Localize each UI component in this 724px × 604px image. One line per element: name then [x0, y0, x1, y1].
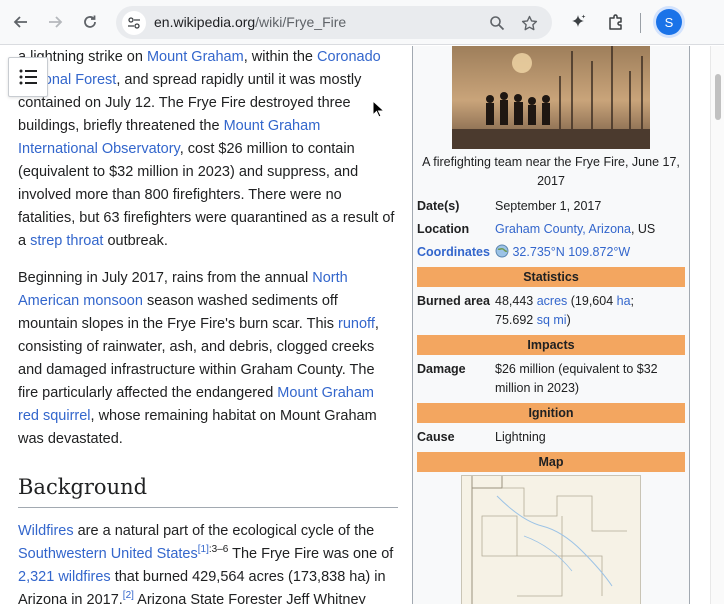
infobox-row-coordinates: Coordinates 32.735°N 109.872°W [417, 241, 685, 264]
text: , within the [243, 49, 318, 65]
cause-value: Lightning [495, 430, 546, 444]
infobox-row-cause: Cause Lightning [417, 426, 685, 449]
cause-label: Cause [417, 430, 455, 444]
location-value: Graham County, Arizona, US [495, 220, 685, 239]
link-strep-throat[interactable]: strep throat [30, 233, 103, 249]
site-info-icon[interactable] [122, 11, 146, 35]
url-path: /wiki/Frye_Fire [255, 14, 347, 30]
heading-background: Background [18, 473, 398, 508]
table-of-contents-button[interactable] [8, 57, 48, 97]
text: ; [630, 294, 635, 308]
link-ha[interactable]: ha [617, 294, 631, 308]
text: ) [566, 313, 571, 327]
paragraph-intro: a lightning strike on Mount Graham, with… [18, 46, 398, 253]
reference-2[interactable]: [2] [123, 590, 134, 601]
link-coordinates-value[interactable]: 32.735°N 109.872°W [512, 245, 630, 259]
infobox-row-date: Date(s) September 1, 2017 [417, 195, 685, 218]
text: outbreak. [103, 233, 168, 249]
damage-label: Damage [417, 362, 466, 376]
link-wildfires[interactable]: Wildfires [18, 523, 74, 539]
photo-caption: A firefighting team near the Frye Fire, … [422, 155, 680, 188]
link-sq-mi[interactable]: sq mi [537, 313, 567, 327]
reference-1[interactable]: [1] [198, 544, 209, 555]
text: Beginning in July 2017, rains from the a… [18, 270, 313, 286]
link-runoff[interactable]: runoff [338, 316, 375, 332]
profile-avatar[interactable]: S [656, 9, 682, 35]
back-icon[interactable] [8, 9, 34, 35]
article-body: a lightning strike on Mount Graham, with… [18, 46, 398, 604]
paragraph-background: Wildfires are a natural part of the ecol… [18, 520, 398, 604]
section-ignition: Ignition [417, 403, 685, 423]
text: 75.692 [495, 313, 537, 327]
text: 48,443 [495, 294, 537, 308]
text: The Frye Fire was one of [228, 546, 394, 562]
burned-area-label: Burned area [417, 294, 490, 308]
coordinates-value: 32.735°N 109.872°W [495, 243, 685, 262]
location-label: Location [417, 222, 470, 236]
link-graham-county[interactable]: Graham County, Arizona [495, 222, 631, 236]
gemini-spark-icon[interactable] [566, 10, 590, 34]
date-label: Date(s) [417, 199, 460, 213]
infobox-row-burned-area: Burned area 48,443 acres (19,604 ha; 75.6… [417, 290, 685, 332]
date-value: September 1, 2017 [495, 199, 602, 213]
link-acres[interactable]: acres [537, 294, 568, 308]
reference-pages: :3–6 [208, 544, 229, 556]
extensions-icon[interactable] [604, 10, 628, 34]
browser-toolbar: en.wikipedia.org/wiki/Frye_Fire S [0, 0, 724, 45]
url-host: en.wikipedia.org [154, 14, 256, 30]
text: (19,604 [567, 294, 617, 308]
infobox-row-damage: Damage $26 million (equivalent to $32 mi… [417, 358, 685, 400]
section-map: Map [417, 452, 685, 472]
zoom-icon[interactable] [486, 12, 508, 34]
profile-initial: S [664, 14, 674, 30]
link-mount-graham[interactable]: Mount Graham [147, 49, 244, 65]
link-2321-wildfires[interactable]: 2,321 wildfires [18, 569, 111, 585]
forward-icon[interactable] [42, 9, 68, 35]
url-text[interactable]: en.wikipedia.org/wiki/Frye_Fire [154, 14, 346, 30]
infobox: A firefighting team near the Frye Fire, … [412, 46, 690, 604]
burned-area-value: 48,443 acres (19,604 ha; 75.692 sq mi) [495, 292, 685, 330]
globe-icon[interactable] [495, 244, 509, 258]
link-southwestern-united-states[interactable]: Southwestern United States [18, 546, 198, 562]
section-impacts: Impacts [417, 335, 685, 355]
location-map[interactable] [461, 475, 641, 604]
reload-icon[interactable] [77, 9, 103, 35]
damage-value: $26 million (equivalent to $32 million i… [495, 362, 658, 395]
toolbar-divider [640, 13, 641, 33]
link-coordinates[interactable]: Coordinates [417, 245, 490, 259]
infobox-row-location: Location Graham County, Arizona, US [417, 218, 685, 241]
page-content: a lightning strike on Mount Graham, with… [0, 46, 724, 604]
bookmark-star-icon[interactable] [518, 12, 540, 34]
text: Arizona State Forester Jeff Whitney [133, 592, 366, 604]
list-icon [19, 69, 37, 85]
page-scrollbar[interactable] [710, 46, 724, 604]
coordinates-label: Coordinates [417, 243, 495, 262]
address-bar[interactable]: en.wikipedia.org/wiki/Frye_Fire [116, 6, 552, 39]
mouse-cursor-icon [372, 100, 384, 118]
firefighting-photo[interactable] [452, 46, 650, 149]
paragraph-monsoon: Beginning in July 2017, rains from the a… [18, 267, 398, 451]
text: are a natural part of the ecological cyc… [73, 523, 375, 539]
section-statistics: Statistics [417, 267, 685, 287]
location-suffix: , US [630, 222, 656, 236]
scrollbar-thumb[interactable] [715, 74, 721, 120]
